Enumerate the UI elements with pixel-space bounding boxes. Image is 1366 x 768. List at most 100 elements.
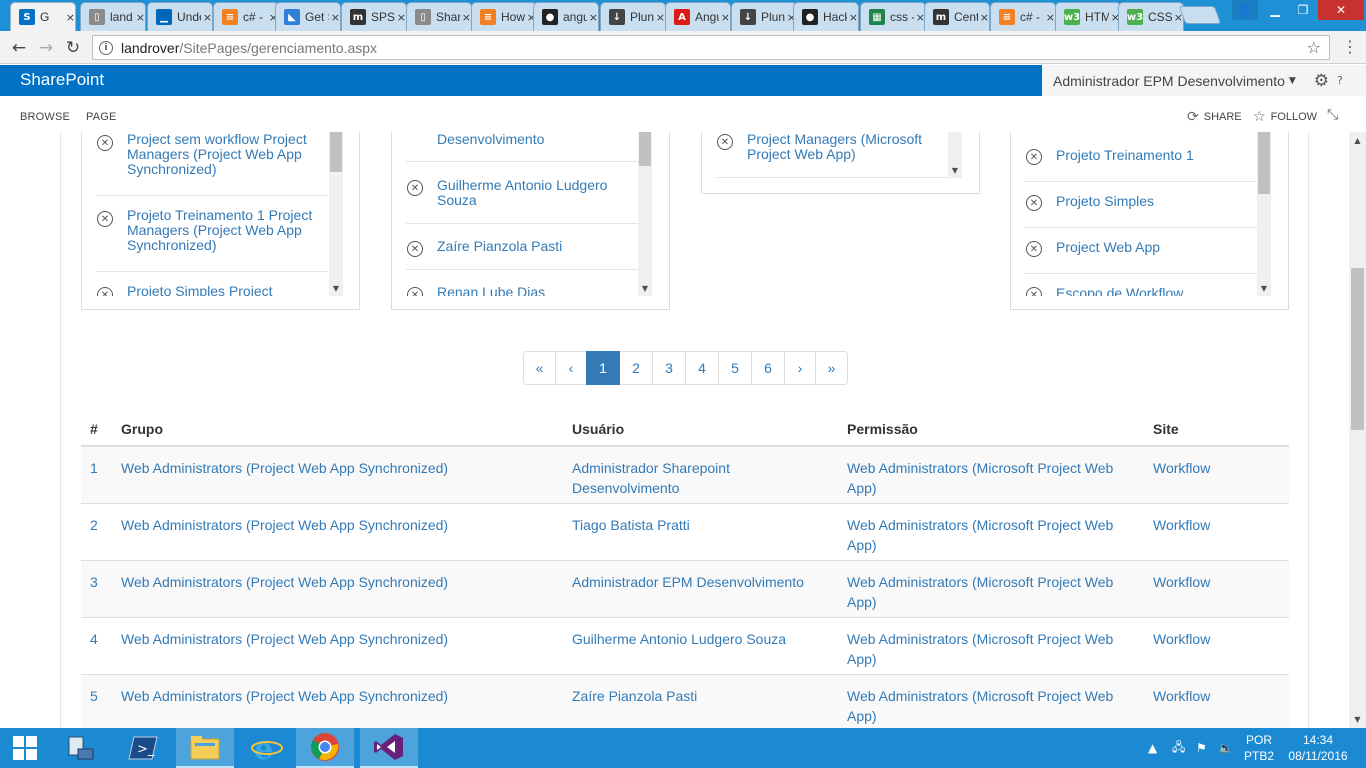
show-hidden-icons-icon[interactable]: ▲ (1148, 728, 1157, 768)
forward-icon[interactable]: → (35, 37, 57, 59)
maximize-button[interactable]: ❐ (1290, 0, 1316, 20)
scrollbar-thumb[interactable] (330, 132, 342, 172)
new-tab-button[interactable] (1178, 6, 1222, 24)
close-tab-icon[interactable]: × (721, 11, 730, 24)
scroll-down-arrow-icon[interactable]: ▼ (329, 284, 343, 293)
row-permissao[interactable]: Web Administrators (Microsoft Project We… (847, 572, 1137, 612)
list-item[interactable]: ✕ Project Managers (Microsoft Project We… (716, 132, 948, 178)
row-usuario[interactable]: Administrador EPM Desenvolvimento (572, 572, 832, 592)
scroll-down-arrow-icon[interactable]: ▼ (1257, 284, 1271, 293)
page-5-button[interactable]: 5 (718, 351, 752, 385)
security-icon[interactable]: ⚑ (1196, 728, 1207, 768)
remove-icon[interactable]: ✕ (407, 180, 423, 196)
panel-scrollbar[interactable]: ▼ (329, 132, 343, 296)
browser-tab[interactable]: w3 HTM × (1055, 2, 1121, 31)
browser-tab[interactable]: ● angu× (533, 2, 599, 31)
page-scrollbar[interactable]: ▲ ▼ (1349, 132, 1366, 728)
row-usuario[interactable]: Zaíre Pianzola Pasti (572, 686, 832, 706)
groups-list[interactable]: ✕ Project sem workflow Project Managers … (96, 132, 328, 296)
close-tab-icon[interactable]: × (980, 11, 989, 24)
browser-tab[interactable]: A Angu× (665, 2, 731, 31)
page-last-button[interactable]: » (815, 351, 848, 385)
file-explorer-icon[interactable] (176, 728, 234, 768)
close-tab-icon[interactable]: × (1046, 11, 1055, 24)
chrome-icon[interactable] (296, 728, 354, 768)
browser-tab[interactable]: ≡ c# - × (990, 2, 1056, 31)
row-usuario[interactable]: Administrador Sharepoint Desenvolvimento (572, 458, 832, 498)
close-tab-icon[interactable]: × (462, 11, 471, 24)
list-item[interactable]: ✕ Projeto Treinamento 1 (1025, 146, 1257, 182)
user-name[interactable]: Administrador EPM Desenvolvimento (1053, 73, 1285, 89)
list-item[interactable]: ✕ Guilherme Antonio Ludgero Souza (406, 178, 638, 224)
list-item[interactable]: ✕ Projeto Simples (1025, 192, 1257, 228)
close-tab-icon[interactable]: × (849, 11, 858, 24)
row-usuario[interactable]: Guilherme Antonio Ludgero Souza (572, 629, 832, 649)
row-permissao[interactable]: Web Administrators (Microsoft Project We… (847, 515, 1137, 555)
powershell-icon[interactable]: >_ (114, 728, 172, 768)
network-icon[interactable]: 🖧 (1172, 728, 1185, 768)
close-tab-icon[interactable]: × (136, 11, 145, 24)
list-item[interactable]: ✕ Project Web App (1025, 238, 1257, 274)
input-language-indicator[interactable]: POR PTB2 (1244, 732, 1274, 764)
panel-scrollbar[interactable]: ▼ (638, 132, 652, 296)
site-info-icon[interactable]: i (99, 40, 113, 55)
browser-tab[interactable]: m SPSit× (341, 2, 407, 31)
page-first-button[interactable]: « (523, 351, 556, 385)
list-item[interactable]: ✕ Renan Lube Dias (406, 285, 638, 296)
remove-icon[interactable]: ✕ (1026, 149, 1042, 165)
page-3-button[interactable]: 3 (652, 351, 686, 385)
row-grupo[interactable]: Web Administrators (Project Web App Sync… (121, 629, 561, 649)
row-grupo[interactable]: Web Administrators (Project Web App Sync… (121, 458, 561, 478)
row-site[interactable]: Workflow (1153, 572, 1273, 592)
row-grupo[interactable]: Web Administrators (Project Web App Sync… (121, 686, 561, 706)
gear-icon[interactable]: ⚙ (1314, 71, 1329, 91)
browser-tab[interactable]: ↓Plunl× (731, 2, 797, 31)
remove-icon[interactable]: ✕ (97, 287, 113, 296)
list-item[interactable]: ✕ Desenvolvimento (406, 132, 638, 162)
row-permissao[interactable]: Web Administrators (Microsoft Project We… (847, 629, 1137, 669)
browser-tab[interactable]: w3 CSS × (1118, 2, 1184, 31)
list-item[interactable]: ✕ Project sem workflow Project Managers … (96, 132, 328, 196)
panel-scrollbar[interactable]: ▼ (1257, 132, 1271, 296)
scrollbar-thumb[interactable] (1258, 132, 1270, 194)
minimize-button[interactable]: ▁ (1262, 0, 1288, 20)
reload-icon[interactable]: ↻ (62, 37, 84, 59)
back-icon[interactable]: ← (8, 37, 30, 59)
user-menu[interactable]: Administrador EPM Desenvolvimento ▼ ⚙ ? (1042, 65, 1366, 96)
browser-tab[interactable]: S G × (10, 2, 76, 31)
browser-tab[interactable]: ▯ land × (80, 2, 146, 31)
close-tab-icon[interactable]: × (589, 11, 598, 24)
sharepoint-brand[interactable]: SharePoint (20, 70, 104, 90)
bookmark-star-icon[interactable]: ☆ (1307, 38, 1321, 57)
list-item[interactable]: ✕ Escopo de Workflow (1025, 284, 1257, 296)
follow-button[interactable]: ☆ FOLLOW (1253, 109, 1317, 125)
row-site[interactable]: Workflow (1153, 515, 1273, 535)
row-site[interactable]: Workflow (1153, 629, 1273, 649)
volume-icon[interactable]: 🔈 (1218, 728, 1233, 768)
browser-tab[interactable]: ≡ How × (471, 2, 537, 31)
row-permissao[interactable]: Web Administrators (Microsoft Project We… (847, 458, 1137, 498)
chrome-user-icon[interactable]: 👤 (1232, 0, 1258, 20)
browser-tab[interactable]: ▯ Shar × (406, 2, 472, 31)
browser-tab[interactable]: m Cent × (924, 2, 990, 31)
page-next-button[interactable]: › (784, 351, 816, 385)
list-item[interactable]: ✕ Projeto Simples Project (96, 284, 328, 296)
close-tab-icon[interactable]: × (656, 11, 665, 24)
focus-content-icon[interactable]: ⤡ (1327, 107, 1343, 123)
chrome-menu-icon[interactable]: ⋮ (1342, 37, 1358, 56)
permissions-list[interactable]: ✕ Project Managers (Microsoft Project We… (716, 132, 948, 178)
page-1-button[interactable]: 1 (586, 351, 620, 385)
page-6-button[interactable]: 6 (751, 351, 785, 385)
internet-explorer-icon[interactable]: e (238, 728, 296, 768)
close-window-button[interactable]: ✕ (1318, 0, 1364, 20)
close-tab-icon[interactable]: × (66, 11, 75, 24)
remove-icon[interactable]: ✕ (717, 134, 733, 150)
row-site[interactable]: Workflow (1153, 458, 1273, 478)
close-tab-icon[interactable]: × (331, 11, 340, 24)
remove-icon[interactable]: ✕ (97, 135, 113, 151)
browser-tab[interactable]: ▦ css - × (860, 2, 926, 31)
panel-scrollbar[interactable]: ▼ (948, 132, 962, 178)
page-prev-button[interactable]: ‹ (555, 351, 587, 385)
list-item[interactable]: ✕ Zaíre Pianzola Pasti (406, 239, 638, 270)
row-permissao[interactable]: Web Administrators (Microsoft Project We… (847, 686, 1137, 726)
